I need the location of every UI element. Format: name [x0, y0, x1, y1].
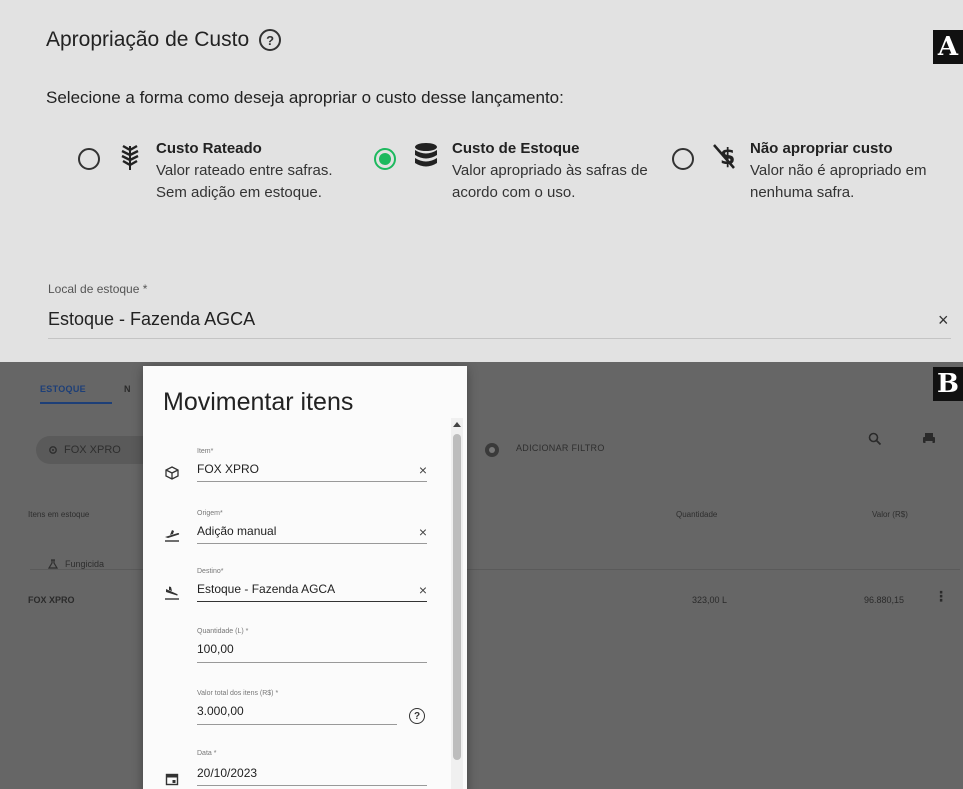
calendar-icon[interactable] — [163, 770, 181, 788]
table-row-item[interactable]: FOX XPRO — [28, 595, 75, 605]
data-input[interactable]: 20/10/2023 — [197, 766, 257, 780]
tab-active-indicator — [40, 402, 112, 404]
search-icon[interactable] — [868, 432, 882, 446]
item-field[interactable]: Item* FOX XPRO × — [163, 442, 427, 490]
flight-land-icon — [163, 584, 181, 602]
panel-letter-b: B — [933, 367, 963, 401]
option-nao-apropriar[interactable]: $ Não apropriar custo Valor não é apropr… — [672, 138, 945, 204]
help-icon[interactable]: ? — [409, 708, 425, 724]
option-custo-estoque[interactable]: Custo de Estoque Valor apropriado às saf… — [374, 138, 652, 204]
option-description: Valor apropriado às safras de acordo com… — [452, 162, 648, 201]
gear-icon — [49, 446, 57, 454]
option-nao-apropriar-text: Não apropriar custo Valor não é apropria… — [750, 138, 945, 204]
group-header: Fungicida — [48, 559, 104, 569]
section-title: Apropriação de Custo ? — [46, 28, 282, 52]
valor-total-label: Valor total dos itens (R$) * — [197, 690, 279, 697]
option-custo-estoque-text: Custo de Estoque Valor apropriado às saf… — [452, 138, 652, 204]
quantidade-label: Quantidade (L) * — [197, 628, 249, 635]
scrollbar-thumb[interactable] — [453, 434, 461, 760]
option-custo-rateado[interactable]: Custo Rateado Valor rateado entre safras… — [78, 138, 356, 204]
package-icon — [163, 464, 181, 482]
option-description: Valor não é apropriado em nenhuma safra. — [750, 162, 927, 201]
field-underline — [197, 662, 427, 663]
quantidade-input[interactable]: 100,00 — [197, 642, 234, 656]
option-description: Valor rateado entre safras. Sem adição e… — [156, 162, 333, 201]
filter-chip-label: FOX XPRO — [64, 444, 121, 456]
tab-estoque[interactable]: ESTOQUE — [40, 384, 86, 394]
item-label: Item* — [197, 448, 214, 455]
column-header-quantidade: Quantidade — [676, 510, 718, 519]
radio-custo-estoque[interactable] — [374, 148, 396, 170]
add-filter-button[interactable]: ADICIONAR FILTRO — [516, 443, 605, 453]
option-custo-rateado-text: Custo Rateado Valor rateado entre safras… — [156, 138, 356, 204]
money-off-icon: $ — [710, 142, 738, 170]
clear-icon[interactable]: × — [419, 524, 427, 540]
section-subtitle: Selecione a forma como deseja apropriar … — [46, 88, 564, 107]
origem-field[interactable]: Origem* Adição manual × — [163, 504, 427, 552]
database-icon — [412, 142, 440, 170]
data-field[interactable]: Data * 20/10/2023 — [163, 746, 427, 789]
valor-total-input[interactable]: 3.000,00 — [197, 704, 244, 718]
origem-value[interactable]: Adição manual — [197, 524, 276, 538]
cost-appropriation-panel: A Apropriação de Custo ? Selecione a for… — [0, 0, 963, 362]
field-underline — [197, 481, 427, 482]
radio-nao-apropriar[interactable] — [672, 148, 694, 170]
dialog-title: Movimentar itens — [163, 388, 354, 416]
local-estoque-label: Local de estoque * — [48, 282, 148, 296]
print-icon[interactable] — [922, 432, 936, 446]
clear-icon[interactable]: × — [938, 310, 949, 331]
local-estoque-field[interactable]: Estoque - Fazenda AGCA — [48, 309, 255, 330]
field-underline — [197, 601, 427, 602]
option-title: Custo de Estoque — [452, 140, 580, 157]
option-title: Não apropriar custo — [750, 140, 893, 157]
scroll-up-arrow-icon[interactable] — [453, 422, 461, 427]
origem-label: Origem* — [197, 510, 223, 517]
clear-icon[interactable]: × — [419, 462, 427, 478]
option-title: Custo Rateado — [156, 140, 262, 157]
flight-takeoff-icon — [163, 526, 181, 544]
column-header-valor: Valor (R$) — [872, 510, 908, 519]
item-value[interactable]: FOX XPRO — [197, 462, 259, 476]
destino-field[interactable]: Destino* Estoque - Fazenda AGCA × — [163, 562, 427, 610]
destino-label: Destino* — [197, 568, 224, 575]
column-header-itens: Itens em estoque — [28, 510, 90, 519]
field-underline — [197, 543, 427, 544]
move-items-dialog: Movimentar itens Item* FOX XPRO × Origem… — [143, 366, 467, 789]
field-underline — [197, 785, 427, 786]
group-label: Fungicida — [65, 559, 105, 569]
field-underline — [197, 724, 397, 725]
filter-chip[interactable]: FOX XPRO — [36, 436, 156, 464]
flask-icon — [48, 559, 58, 569]
help-icon[interactable]: ? — [259, 29, 282, 51]
radio-custo-rateado[interactable] — [78, 148, 100, 170]
data-label: Data * — [197, 750, 217, 757]
add-filter-icon[interactable] — [485, 443, 499, 457]
valor-total-field[interactable]: Valor total dos itens (R$) * 3.000,00 ? — [163, 684, 427, 732]
field-underline — [48, 338, 951, 339]
table-row-quantidade: 323,00 L — [692, 595, 728, 605]
destino-value[interactable]: Estoque - Fazenda AGCA — [197, 582, 335, 596]
section-title-text: Apropriação de Custo — [46, 28, 250, 51]
stock-panel: B ESTOQUE N FOX XPRO ADICIONAR FILTRO It… — [0, 362, 963, 789]
panel-letter-a: A — [933, 30, 963, 64]
quantidade-field[interactable]: Quantidade (L) * 100,00 — [163, 624, 427, 672]
tab-second[interactable]: N — [124, 384, 131, 394]
wheat-icon — [116, 142, 144, 172]
clear-icon[interactable]: × — [419, 582, 427, 598]
table-row-valor: 96.880,15 — [864, 595, 905, 605]
more-vert-icon[interactable]: ⋮ — [934, 588, 948, 605]
scrollbar[interactable] — [451, 418, 463, 789]
